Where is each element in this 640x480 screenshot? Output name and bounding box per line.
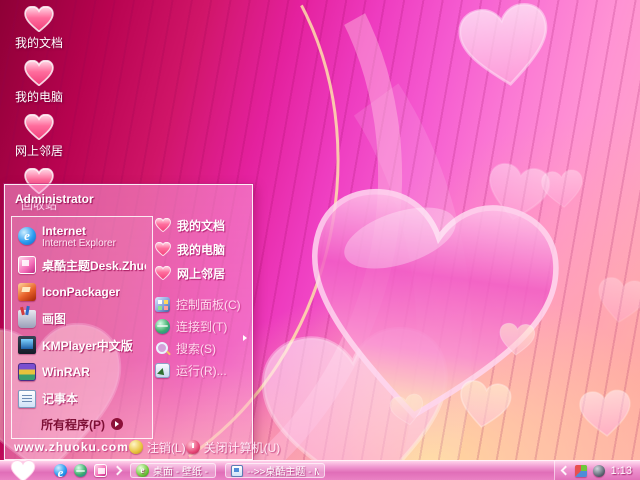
heart-icon [24, 60, 54, 86]
menu-item-paint[interactable]: 画图 [15, 305, 149, 332]
menu-item-connect-to[interactable]: 连接到(T) [155, 315, 251, 337]
menu-item-label: 运行(R)... [176, 363, 227, 378]
heart-icon [155, 218, 171, 232]
task-button-label: 桌面 - 壁纸 - 桌酷... [153, 467, 210, 478]
start-menu-username: Administrator [15, 192, 94, 206]
desktop-icon-label: 我的文档 [14, 36, 63, 50]
log-off-icon [128, 440, 143, 454]
desktop-icon-my-documents[interactable]: 我的文档 [6, 6, 72, 51]
menu-item-internet-explorer[interactable]: Internet Internet Explorer [15, 221, 149, 252]
menu-item-label: 连接到(T) [176, 319, 228, 334]
menu-item-kmplayer[interactable]: KMPlayer中文版 [15, 332, 149, 359]
taskbar-clock[interactable]: 1:13 [611, 465, 632, 477]
log-off-button[interactable]: 注销(L) [128, 439, 186, 456]
system-tray: 1:13 [553, 460, 640, 480]
task-button-wallpaper-page[interactable]: 桌面 - 壁纸 - 桌酷... [130, 463, 216, 478]
start-menu: Administrator Internet Internet Explorer… [4, 184, 280, 460]
menu-item-title: 桌酷主题Desk.ZhuoKu.Com [42, 258, 146, 273]
all-programs-button[interactable]: 所有程序(P) [15, 412, 149, 436]
menu-item-network-places[interactable]: 网上邻居 [155, 261, 251, 285]
kmplayer-icon [18, 336, 36, 355]
menu-item-control-panel[interactable]: 控制面板(C) [155, 293, 251, 315]
desktop-icon-list: 我的文档 我的电脑 网上邻居 回收站 [6, 6, 72, 213]
menu-item-title: WinRAR [42, 365, 90, 380]
all-programs-arrow-icon [111, 418, 123, 431]
paint-icon [18, 309, 36, 328]
menu-item-label: 我的电脑 [177, 242, 226, 257]
menu-item-run[interactable]: 运行(R)... [155, 359, 251, 381]
menu-item-title: 记事本 [42, 392, 79, 407]
webpage-green-icon [136, 464, 149, 477]
menu-item-notepad[interactable]: 记事本 [15, 385, 149, 412]
menu-item-label: 我的文档 [177, 218, 226, 233]
gear-tray-icon[interactable] [592, 464, 605, 477]
desktop-icon-label: 我的电脑 [14, 90, 63, 104]
menu-item-my-documents[interactable]: 我的文档 [155, 213, 251, 237]
menu-item-winrar[interactable]: WinRAR [15, 359, 149, 386]
heart-icon [155, 242, 171, 256]
tray-expand-chevron-icon[interactable] [560, 465, 571, 476]
menu-item-title: 画图 [42, 312, 67, 327]
webpage-blue-icon [231, 464, 243, 477]
control-panel-icon [155, 296, 170, 312]
connect-to-icon [155, 318, 170, 334]
desktop-icon-label: 网上邻居 [14, 144, 63, 158]
taskbar: 桌面 - 壁纸 - 桌酷... -->>桌酷主题 - Mi... 1:13 [0, 459, 640, 480]
start-button[interactable] [0, 459, 46, 480]
zhuoku-watermark: www.zhuoku.com [14, 440, 129, 454]
heart-icon [24, 114, 54, 140]
submenu-arrow-icon [243, 335, 247, 341]
menu-item-title: IconPackager [42, 284, 121, 299]
start-menu-right-column: 我的文档 我的电脑 网上邻居 控制面板(C) 连接到(T) 搜索(S) 运行(R… [155, 213, 251, 381]
start-heart-icon [10, 459, 36, 480]
menu-item-zhuoku-theme[interactable]: 桌酷主题Desk.ZhuoKu.Com [15, 252, 149, 279]
shut-down-button[interactable]: 关闭计算机(U) [185, 439, 281, 456]
internet-explorer-icon [18, 227, 36, 246]
notepad-icon [18, 389, 36, 408]
shut-down-icon [185, 440, 200, 454]
shut-down-label: 关闭计算机(U) [203, 440, 281, 455]
windows-colors-tray-icon[interactable] [574, 464, 587, 477]
menu-item-label: 控制面板(C) [176, 297, 241, 312]
menu-item-label: 网上邻居 [177, 266, 226, 281]
search-icon [155, 341, 170, 356]
menu-item-my-computer[interactable]: 我的电脑 [155, 237, 251, 261]
task-button-label: -->>桌酷主题 - Mi... [247, 467, 319, 478]
start-menu-bottom-row: www.zhuoku.com 注销(L) 关闭计算机(U) [14, 437, 280, 457]
quick-launch-overflow-chevron-icon[interactable] [112, 465, 123, 476]
menu-item-title: KMPlayer中文版 [42, 338, 133, 353]
all-programs-label: 所有程序(P) [41, 417, 105, 432]
desktop-icon-network[interactable]: 网上邻居 [6, 114, 72, 159]
quick-launch-bar [54, 464, 123, 477]
menu-item-subtitle: Internet Explorer [42, 237, 116, 249]
heart-icon [155, 266, 171, 280]
menu-item-iconpackager[interactable]: IconPackager [15, 278, 149, 305]
log-off-label: 注销(L) [146, 440, 186, 455]
media-browser-icon[interactable] [94, 464, 107, 477]
menu-item-search[interactable]: 搜索(S) [155, 337, 251, 359]
iconpackager-icon [18, 282, 36, 301]
run-icon [155, 362, 170, 378]
desktop: 我的文档 我的电脑 网上邻居 回收站 Administrator Interne… [0, 0, 640, 480]
winrar-icon [18, 363, 36, 382]
browser-globe-icon[interactable] [74, 464, 87, 477]
task-button-zhuoku-theme[interactable]: -->>桌酷主题 - Mi... [225, 463, 325, 478]
menu-item-label: 搜索(S) [176, 341, 216, 356]
start-menu-left-column: Internet Internet Explorer 桌酷主题Desk.Zhuo… [11, 216, 153, 439]
desktop-icon-my-computer[interactable]: 我的电脑 [6, 60, 72, 105]
menu-item-title: Internet [42, 223, 87, 238]
heart-icon [24, 6, 54, 32]
internet-explorer-icon[interactable] [54, 464, 67, 477]
zhuoku-theme-icon [18, 256, 36, 275]
